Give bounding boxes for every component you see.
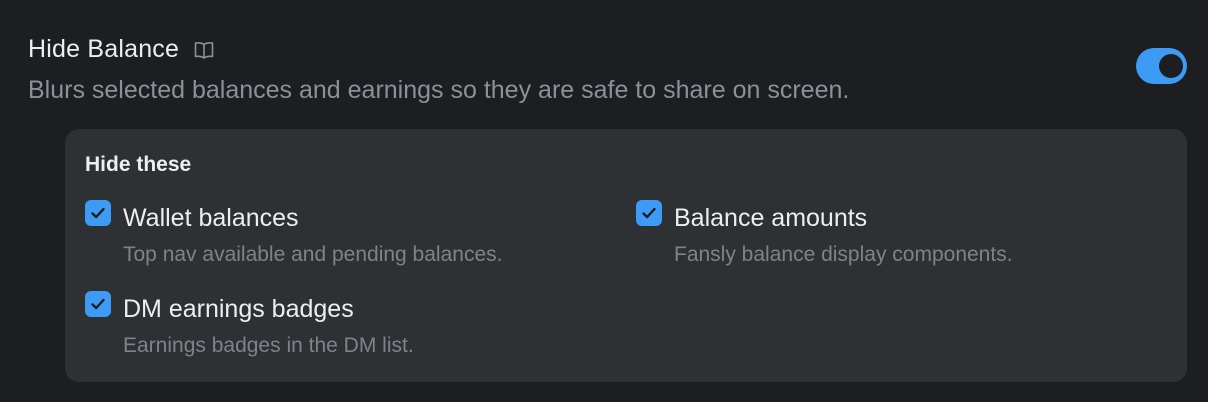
setting-title: Hide Balance [28, 35, 180, 63]
balance-amounts-checkbox[interactable] [636, 200, 662, 226]
setting-description: Blurs selected balances and earnings so … [28, 76, 850, 104]
wallet-balances-label[interactable]: Wallet balances [123, 203, 299, 233]
book-icon[interactable] [191, 37, 217, 63]
hide-balance-setting: Hide Balance Blurs selected balances and… [0, 0, 1208, 402]
dm-earnings-badges-label[interactable]: DM earnings badges [123, 294, 354, 324]
panel-title: Hide these [85, 153, 192, 176]
dm-earnings-badges-checkbox[interactable] [85, 291, 111, 317]
setting-title-row: Hide Balance [28, 31, 217, 67]
balance-amounts-label[interactable]: Balance amounts [674, 203, 867, 233]
checkmark-icon [91, 207, 105, 219]
checkmark-icon [642, 207, 656, 219]
checkmark-icon [91, 298, 105, 310]
balance-amounts-description: Fansly balance display components. [674, 243, 1013, 266]
hide-options-panel: Hide these Wallet balances Top nav avail… [65, 129, 1187, 382]
wallet-balances-checkbox[interactable] [85, 200, 111, 226]
hide-balance-toggle[interactable] [1136, 48, 1187, 84]
wallet-balances-description: Top nav available and pending balances. [123, 243, 503, 266]
toggle-knob [1159, 54, 1183, 78]
dm-earnings-badges-description: Earnings badges in the DM list. [123, 334, 414, 357]
